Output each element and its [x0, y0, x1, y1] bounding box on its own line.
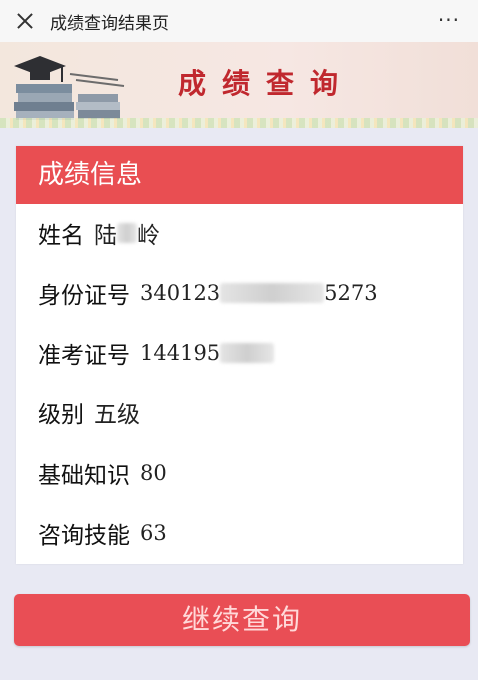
name-redacted	[117, 223, 137, 243]
continue-query-button[interactable]: 继续查询	[14, 594, 470, 646]
id-card-value-start: 340123	[140, 281, 221, 305]
basic-knowledge-score: 80	[140, 461, 167, 485]
close-icon[interactable]	[14, 10, 36, 32]
consulting-skill-label: 咨询技能	[38, 523, 130, 549]
name-value-start: 陆	[94, 223, 117, 249]
page-title: 成绩查询结果页	[50, 13, 169, 34]
name-label: 姓名	[38, 223, 84, 249]
name-row: 姓名 陆 岭	[38, 216, 160, 250]
level-row: 级别 五级	[38, 395, 140, 429]
cert-no-row: 准考证号 144195	[38, 336, 275, 370]
more-options-icon[interactable]: ···	[438, 8, 460, 32]
card-header: 成绩信息	[16, 146, 463, 204]
id-card-label: 身份证号	[38, 283, 130, 309]
banner-title: 成绩查询	[178, 67, 355, 100]
score-info-card: 成绩信息 姓名 陆 岭 身份证号 340123 5273 准考证号 144195…	[16, 146, 463, 564]
id-card-row: 身份证号 340123 5273	[38, 276, 378, 310]
cert-no-value-start: 144195	[140, 341, 221, 365]
cert-no-label: 准考证号	[38, 343, 130, 369]
cert-no-redacted	[220, 343, 275, 363]
top-nav-bar: 成绩查询结果页 ···	[0, 0, 478, 42]
id-card-redacted	[220, 283, 325, 303]
level-label: 级别	[38, 402, 84, 428]
banner: 成绩查询	[0, 42, 478, 128]
graduation-books-icon	[14, 56, 125, 120]
level-value: 五级	[94, 402, 140, 428]
name-value-end: 岭	[137, 223, 160, 249]
id-card-value-end: 5273	[324, 281, 378, 305]
basic-knowledge-label: 基础知识	[38, 463, 130, 489]
basic-knowledge-row: 基础知识 80	[38, 456, 167, 490]
consulting-skill-score: 63	[140, 521, 167, 545]
banner-grass-decoration	[0, 118, 478, 128]
consulting-skill-row: 咨询技能 63	[38, 516, 167, 550]
